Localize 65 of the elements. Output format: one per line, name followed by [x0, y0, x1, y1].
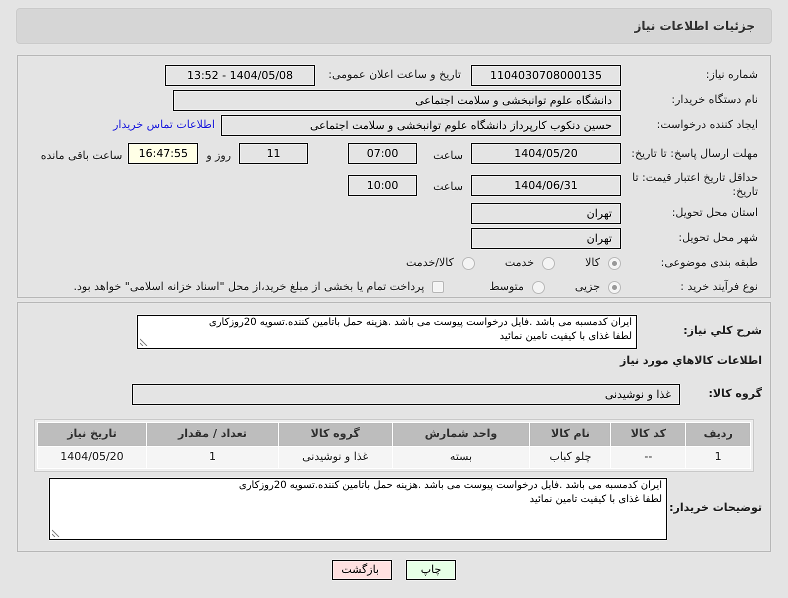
field-label: نوع فرآیند خرید : [679, 278, 758, 295]
field-label: ایجاد کننده درخواست: [656, 117, 758, 134]
checkbox[interactable] [432, 281, 444, 294]
radio-label: کالا [585, 254, 600, 271]
field-value: 1104030708000135 [471, 65, 621, 86]
field-value: 1404/05/08 - 13:52 [165, 65, 315, 86]
field-label: روز و [206, 148, 232, 162]
table-cell: 1 [146, 446, 278, 468]
field-value: 11 [239, 143, 308, 164]
field-value: 16:47:55 [128, 143, 198, 164]
column-header: نام کالا [530, 422, 611, 446]
field-value: غذا و نوشیدنی [132, 384, 680, 404]
field-label: گروه کالا: [707, 386, 763, 402]
field-label: ساعت [433, 148, 463, 162]
radio-label: خدمت [504, 254, 534, 271]
field-value: حسین دنکوب کارپرداز دانشگاه علوم توانبخشی و سلامت اجتماعی [221, 115, 621, 136]
field-value: 1404/06/31 [471, 174, 621, 196]
column-header: ردیف [686, 422, 750, 446]
contact-link[interactable]: اطلاعات تماس خریدار [113, 117, 215, 134]
table-cell: بسته [392, 446, 530, 468]
field-value: 07:00 [348, 143, 418, 164]
back-button[interactable]: بازگشت [332, 560, 392, 580]
field-value: 1404/05/20 [471, 143, 621, 164]
table-cell: 1 [686, 446, 750, 468]
field-label: ساعت باقی مانده [40, 148, 122, 162]
field-label: ساعت [433, 180, 463, 194]
field-label: حداقل تاریخ اعتبار قیمت: تا تاریخ: [631, 171, 758, 200]
field-label: مهلت ارسال پاسخ: تا تاریخ: [630, 146, 758, 161]
section-title: اطلاعات کالاهاي مورد نياز [620, 353, 763, 369]
resize-grip-icon [52, 528, 60, 536]
field-label: توضیحات خریدار: [668, 500, 763, 516]
checkbox-label: پرداخت تمام یا بخشی از مبلغ خرید،از محل "اسناد خزانه اسلامی" خواهد بود. [74, 278, 424, 295]
radio-button[interactable] [608, 256, 621, 270]
print-button[interactable]: چاپ [406, 560, 456, 580]
field-label: شهر محل تحویل: [677, 230, 758, 246]
field-label: شماره نیاز: [704, 67, 758, 84]
page-title: جزئیات اطلاعات نیاز [634, 18, 755, 35]
table-cell: 1404/05/20 [38, 446, 146, 468]
radio-button[interactable] [542, 256, 556, 270]
table-cell: -- [610, 446, 686, 468]
table-cell: غذا و نوشیدنی [278, 446, 392, 468]
column-header: تاریخ نیاز [38, 422, 146, 446]
column-header: گروه کالا [278, 422, 392, 446]
field-label: استان محل تحویل: [670, 205, 758, 222]
radio-label: کالا/خدمت [406, 254, 454, 271]
column-header: تعداد / مقدار [146, 422, 278, 446]
radio-button[interactable] [532, 280, 545, 294]
resize-grip-icon [140, 338, 148, 346]
field-value: 10:00 [348, 174, 418, 196]
text-area: ایران کدمسبه می باشد .فایل درخواست پیوست می باشد .هزینه حمل باتامین کننده.تسویه 20روزکاری لطفا غذای با کیفیت تامین نمائید [49, 478, 667, 540]
field-label: نام دستگاه خریدار: [670, 92, 758, 108]
radio-label: متوسط [489, 278, 524, 295]
radio-button[interactable] [462, 256, 475, 270]
table-cell: چلو کباب [530, 446, 611, 468]
field-label: تاریخ و ساعت اعلان عمومی: [327, 67, 462, 84]
text-area: ایران کدمسبه می باشد .فایل درخواست پیوست می باشد .هزینه حمل باتامین کننده.تسویه 20روزکاری لطفا غذای با کیفیت تامین نمائید [137, 315, 637, 349]
field-label: شرح کلي نياز: [682, 323, 763, 339]
field-value: تهران [471, 228, 621, 250]
radio-label: جزیی [574, 278, 600, 295]
column-header: واحد شمارش [392, 422, 530, 446]
field-label: طبقه بندی موضوعی: [660, 254, 758, 271]
field-value: دانشگاه علوم توانبخشی و سلامت اجتماعی [173, 90, 621, 111]
field-value: تهران [471, 203, 621, 224]
column-header: کد کالا [610, 422, 686, 446]
radio-button[interactable] [608, 280, 621, 294]
